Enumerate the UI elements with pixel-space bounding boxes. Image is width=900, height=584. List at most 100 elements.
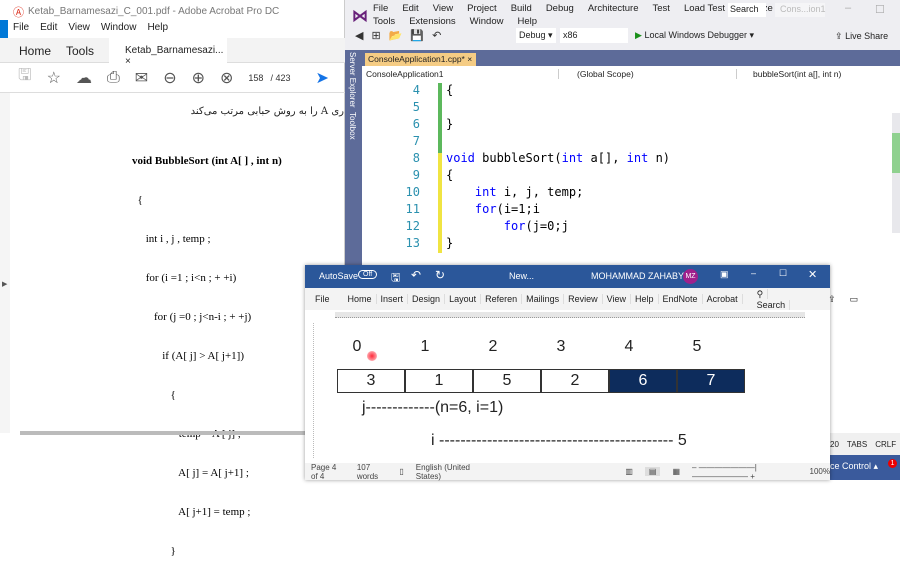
tab-view[interactable]: View: [603, 294, 632, 304]
minimize-icon[interactable]: –: [845, 2, 851, 14]
menu-view[interactable]: View: [68, 22, 90, 38]
ribbon-display-icon[interactable]: ▣: [720, 269, 729, 280]
redo-icon[interactable]: ↻: [435, 268, 445, 282]
maximize-icon[interactable]: ☐: [875, 3, 885, 16]
user-name[interactable]: MOHAMMAD ZAHABY: [591, 271, 684, 281]
minimize-icon[interactable]: –: [751, 268, 756, 278]
menu-test[interactable]: Test: [653, 3, 670, 14]
tab-endnote[interactable]: EndNote: [659, 294, 703, 304]
tab-file[interactable]: File: [305, 294, 334, 304]
menu-view[interactable]: View: [433, 3, 453, 14]
member-dropdown[interactable]: bubbleSort(int a[], int n): [736, 69, 841, 79]
left-panel[interactable]: ▶: [0, 93, 10, 433]
user-avatar[interactable]: MZ: [683, 269, 698, 284]
menu-architecture[interactable]: Architecture: [588, 3, 639, 14]
page-indicator[interactable]: Page 4 of 4: [311, 463, 345, 481]
print-icon[interactable]: ⎙: [107, 69, 120, 87]
menu-tools[interactable]: Tools: [373, 16, 395, 27]
notification-badge[interactable]: 1: [888, 459, 897, 468]
line-number: 6: [412, 117, 420, 131]
tab-review[interactable]: Review: [564, 294, 603, 304]
web-layout-icon[interactable]: ▦: [672, 467, 680, 476]
vertical-scrollbar[interactable]: [892, 113, 900, 233]
save-icon[interactable]: 🖫: [18, 64, 32, 91]
autosave-toggle[interactable]: Off: [358, 270, 378, 279]
ruler[interactable]: [335, 312, 805, 318]
menu-help[interactable]: Help: [517, 16, 537, 27]
new-project-icon[interactable]: ⊞: [371, 29, 380, 42]
tab-mailings[interactable]: Mailings: [522, 294, 565, 304]
read-mode-icon[interactable]: ▥: [625, 467, 633, 476]
search-box[interactable]: Search: [728, 3, 766, 17]
menu-file[interactable]: File: [373, 3, 388, 14]
tab-acrobat[interactable]: Acrobat: [703, 294, 743, 304]
live-share-button[interactable]: ⇪ Live Share: [835, 31, 888, 42]
share-icon[interactable]: ⇪: [824, 294, 840, 305]
tab-references[interactable]: Referen: [481, 294, 523, 304]
tabs-indicator[interactable]: TABS: [847, 440, 867, 449]
page-down-icon[interactable]: ⊗: [220, 68, 233, 88]
expand-panel-icon[interactable]: ▶: [2, 280, 7, 288]
scope-dropdown[interactable]: (Global Scope): [558, 69, 733, 79]
server-explorer-tab[interactable]: Server Explorer: [348, 52, 357, 108]
run-debugger-button[interactable]: ▶ Local Windows Debugger ▾: [635, 30, 754, 41]
close-icon[interactable]: ✕: [808, 268, 817, 281]
close-tab-icon[interactable]: ×: [467, 54, 472, 64]
undo-icon[interactable]: ↶: [432, 29, 441, 42]
line-ending-indicator[interactable]: CRLF: [875, 440, 896, 449]
menu-debug[interactable]: Debug: [546, 3, 574, 14]
vs-menu-row2: Tools Extensions Window Help: [373, 16, 537, 27]
array-index: 4: [624, 338, 634, 355]
platform-dropdown[interactable]: x86: [560, 28, 628, 43]
source-control-button[interactable]: ce Control: [830, 461, 871, 471]
menu-file[interactable]: File: [13, 22, 29, 38]
undo-icon[interactable]: ↶: [411, 268, 421, 282]
maximize-icon[interactable]: ☐: [779, 268, 787, 279]
tab-design[interactable]: Design: [408, 294, 446, 304]
comments-icon[interactable]: ▭: [846, 294, 863, 305]
select-cursor-icon[interactable]: ➤: [315, 68, 328, 88]
proofing-icon[interactable]: ▯: [399, 467, 403, 476]
search-label: Search: [752, 299, 791, 310]
file-tab[interactable]: ConsoleApplication1.cpp* ×: [365, 53, 476, 66]
tab-home[interactable]: Home: [19, 44, 51, 58]
menu-window[interactable]: Window: [470, 16, 504, 27]
page-up-icon[interactable]: ⊕: [192, 68, 205, 88]
tab-document[interactable]: Ketab_Barnamesazi... ×: [109, 38, 227, 67]
menu-help[interactable]: Help: [147, 22, 168, 38]
language[interactable]: English (United States): [416, 463, 484, 481]
tab-insert[interactable]: Insert: [377, 294, 409, 304]
toolbox-tab[interactable]: Toolbox: [348, 112, 357, 140]
horizontal-scrollbar[interactable]: [20, 431, 305, 435]
print-layout-icon[interactable]: ▤: [644, 467, 661, 476]
save-icon[interactable]: 💾: [410, 29, 424, 42]
bookmark-star-icon[interactable]: ☆: [47, 68, 61, 88]
back-icon[interactable]: ◀: [355, 29, 363, 42]
menu-project[interactable]: Project: [467, 3, 497, 14]
code-line: A[ j] = A[ j+1] ;: [132, 467, 249, 479]
tab-layout[interactable]: Layout: [445, 294, 482, 304]
menu-window[interactable]: Window: [101, 22, 137, 38]
menu-edit[interactable]: Edit: [40, 22, 57, 38]
menu-extensions[interactable]: Extensions: [409, 16, 455, 27]
zoom-slider[interactable]: – ———————|——————— +: [692, 463, 797, 481]
email-icon[interactable]: ✉: [135, 68, 148, 88]
menu-load-test[interactable]: Load Test: [684, 3, 725, 14]
tab-home[interactable]: Home: [344, 294, 377, 304]
search-box[interactable]: ⚲ Search: [749, 288, 795, 310]
save-icon[interactable]: 🖫: [391, 269, 400, 288]
page-number-input[interactable]: 158: [248, 73, 263, 83]
open-icon[interactable]: 📂: [389, 29, 403, 42]
config-dropdown[interactable]: Debug ▾: [516, 28, 556, 43]
tab-help[interactable]: Help: [631, 294, 659, 304]
tab-tools[interactable]: Tools: [66, 44, 94, 58]
word-titlebar: AutoSave Off 🖫 ↶ ↻ New... MOHAMMAD ZAHAB…: [305, 265, 830, 288]
zoom-level[interactable]: 100%: [810, 467, 830, 476]
zoom-out-icon[interactable]: ⊖: [163, 68, 176, 88]
menu-edit[interactable]: Edit: [402, 3, 418, 14]
word-count[interactable]: 107 words: [357, 463, 388, 481]
menu-build[interactable]: Build: [511, 3, 532, 14]
code-editor[interactable]: 4{5 6} 7 8 void bubbleSort(int a[], int n) 9{…: [362, 83, 900, 265]
upload-cloud-icon[interactable]: ☁: [76, 68, 92, 88]
project-dropdown[interactable]: ConsoleApplication1: [366, 69, 444, 79]
